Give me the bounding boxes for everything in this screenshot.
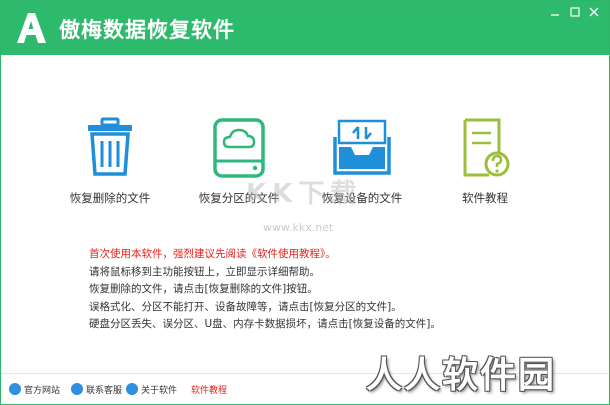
info-line: 误格式化、分区不能打开、设备故障等，请点击[恢复分区的文件]。 [89, 300, 402, 313]
help-document-icon [463, 118, 510, 177]
software-tutorial-link[interactable]: 软件教程 [191, 382, 227, 396]
watermark-url: www.kkx.net [263, 221, 334, 234]
tutorial-label: 软件教程 [462, 191, 508, 205]
about-software-label: 关于软件 [141, 385, 178, 396]
chat-icon [71, 383, 83, 395]
info-line: 请将鼠标移到主功能按钮上，立即显示详细帮助。 [89, 265, 320, 278]
info-icon [126, 383, 138, 395]
contact-support-label: 联系客服 [86, 385, 123, 396]
trash-bin-icon [88, 117, 132, 176]
info-line[interactable]: 首次使用本软件，强烈建议先阅读《软件使用教程》。 [89, 246, 529, 264]
title-bar[interactable]: 傲梅数据恢复软件 [1, 1, 609, 55]
about-software-link[interactable]: 关于软件 [126, 382, 177, 396]
watermark-text: KK下载 [246, 179, 363, 209]
info-panel: 首次使用本软件，强烈建议先阅读《软件使用教程》。 请将鼠标移到主功能按钮上，立即… [89, 246, 529, 334]
app-logo-icon [17, 13, 46, 43]
recover-deleted-files-button[interactable]: 恢复删除的文件 [50, 117, 170, 207]
maximize-icon[interactable] [569, 6, 581, 18]
corner-watermark: 人人软件园 [366, 355, 557, 396]
disk-cloud-icon [213, 118, 265, 178]
globe-icon [9, 383, 21, 395]
official-website-link[interactable]: 官方网站 [9, 382, 60, 396]
software-tutorial-label: 软件教程 [191, 385, 228, 396]
app-title: 傲梅数据恢复软件 [59, 18, 235, 42]
official-website-label: 官方网站 [24, 385, 61, 396]
minimize-icon[interactable] [549, 6, 561, 18]
device-tray-icon [333, 119, 391, 175]
contact-support-link[interactable]: 联系客服 [71, 382, 122, 396]
close-icon[interactable] [588, 6, 600, 18]
app-window: 傲梅数据恢复软件 恢复删除的文件 恢复分区的文件 恢复设备的文件 软件教程 KK… [0, 0, 610, 405]
info-line: 恢复删除的文件，请点击[恢复删除的文件]按钮。 [89, 283, 318, 295]
tutorial-button[interactable]: 软件教程 [425, 117, 545, 207]
recover-deleted-files-label: 恢复删除的文件 [69, 191, 151, 205]
info-line: 硬盘分区丢失、误分区、U盘、内存卡数据损坏，请点击[恢复设备的文件]。 [89, 318, 441, 330]
